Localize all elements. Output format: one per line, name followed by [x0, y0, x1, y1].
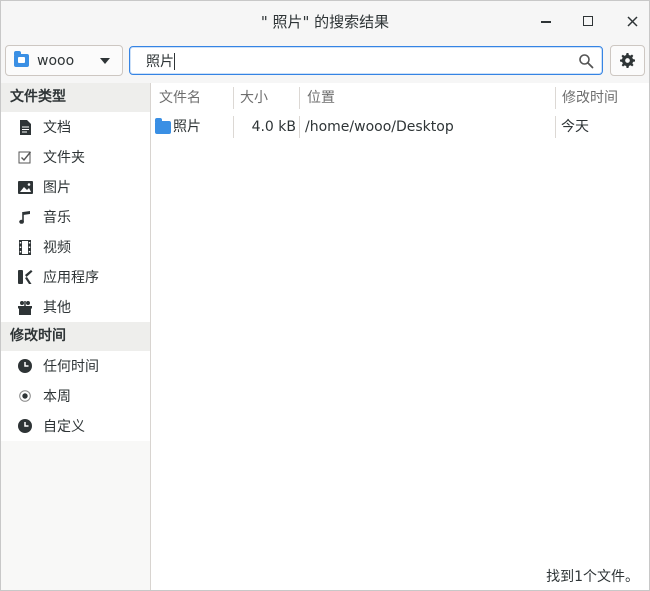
- filter-label: 文档: [43, 120, 71, 136]
- search-input[interactable]: [146, 51, 566, 71]
- close-icon: [626, 15, 638, 27]
- search-window: " 照片" 的搜索结果 wooo 文件类型: [0, 0, 650, 591]
- folder-check-icon: [17, 149, 33, 165]
- settings-button[interactable]: [610, 45, 645, 76]
- close-button[interactable]: [620, 9, 644, 33]
- filter-this-week[interactable]: 本周: [1, 381, 150, 411]
- filter-label: 音乐: [43, 210, 71, 226]
- filter-label: 任何时间: [43, 359, 99, 375]
- file-location: /home/wooo/Desktop: [305, 119, 454, 135]
- maximize-icon: [583, 16, 593, 26]
- minimize-icon: [541, 21, 551, 23]
- file-name: 照片: [173, 119, 201, 135]
- column-separator[interactable]: [299, 87, 300, 109]
- filter-label: 文件夹: [43, 150, 85, 166]
- table-row[interactable]: 照片 4.0 kB /home/wooo/Desktop 今天: [152, 113, 649, 141]
- video-icon: [17, 239, 33, 255]
- filter-any-time[interactable]: 任何时间: [1, 351, 150, 381]
- clock-icon: [17, 358, 33, 374]
- location-label: wooo: [37, 52, 75, 69]
- filter-music[interactable]: 音乐: [1, 202, 150, 232]
- filter-label: 图片: [43, 180, 71, 196]
- music-icon: [17, 209, 33, 225]
- column-header-location[interactable]: 位置: [307, 83, 335, 113]
- filter-label: 自定义: [43, 419, 85, 435]
- search-icon[interactable]: [578, 53, 594, 69]
- folder-icon: [155, 118, 171, 134]
- column-separator[interactable]: [233, 87, 234, 109]
- filter-folder[interactable]: 文件夹: [1, 142, 150, 172]
- filter-label: 本周: [43, 389, 71, 405]
- chevron-down-icon: [100, 58, 110, 64]
- application-icon: [17, 269, 33, 285]
- gear-icon: [620, 53, 635, 68]
- file-size: 4.0 kB: [251, 119, 296, 135]
- column-header-name[interactable]: 文件名: [159, 83, 201, 113]
- search-field[interactable]: [129, 46, 603, 75]
- file-type-title: 文件类型: [1, 83, 150, 112]
- status-text: 找到1个文件。: [546, 569, 639, 585]
- radio-selected-icon: [17, 388, 33, 404]
- filter-label: 视频: [43, 240, 71, 256]
- text-cursor: [174, 53, 175, 70]
- column-separator[interactable]: [555, 87, 556, 109]
- other-icon: [17, 299, 33, 315]
- home-folder-icon: [14, 51, 29, 67]
- results-list: 文件名 大小 位置 修改时间 照片 4.0 kB /home/wooo/Desk…: [152, 83, 649, 563]
- filter-sidebar: 文件类型 文档 文件夹 图片 音乐 视频 应用程序 其他 修改时间 任何时间 本…: [1, 83, 151, 590]
- modified-time-title: 修改时间: [1, 322, 150, 351]
- filter-custom[interactable]: 自定义: [1, 411, 150, 441]
- column-header-modified[interactable]: 修改时间: [562, 83, 618, 113]
- filter-label: 其他: [43, 300, 71, 316]
- minimize-button[interactable]: [534, 9, 558, 33]
- image-icon: [17, 179, 33, 195]
- column-header-size[interactable]: 大小: [240, 83, 268, 113]
- toolbar: wooo: [1, 41, 649, 83]
- filter-video[interactable]: 视频: [1, 232, 150, 262]
- maximize-button[interactable]: [576, 9, 600, 33]
- filter-application[interactable]: 应用程序: [1, 262, 150, 292]
- document-icon: [17, 119, 33, 135]
- title-bar[interactable]: " 照片" 的搜索结果: [1, 1, 649, 41]
- clock-icon: [17, 418, 33, 434]
- filter-document[interactable]: 文档: [1, 112, 150, 142]
- filter-other[interactable]: 其他: [1, 292, 150, 322]
- location-dropdown[interactable]: wooo: [5, 45, 123, 76]
- filter-label: 应用程序: [43, 270, 99, 286]
- file-modified: 今天: [561, 119, 589, 135]
- filter-image[interactable]: 图片: [1, 172, 150, 202]
